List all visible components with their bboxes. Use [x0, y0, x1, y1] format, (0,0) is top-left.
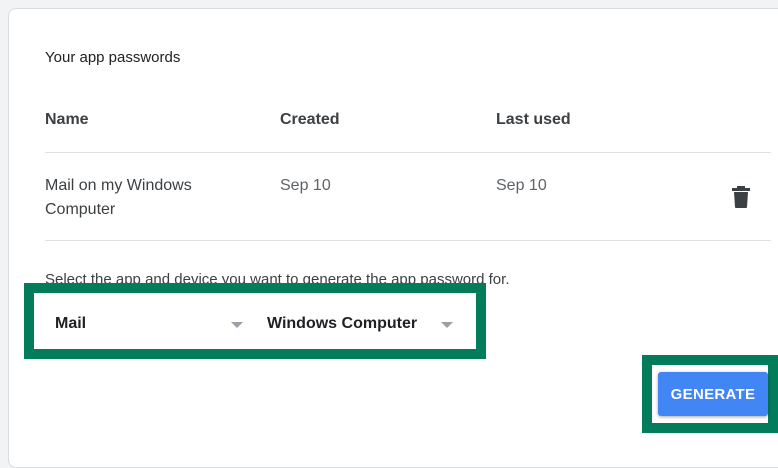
- generate-button[interactable]: GENERATE: [658, 372, 768, 416]
- generate-highlight: GENERATE: [642, 355, 778, 433]
- column-header-created: Created: [280, 111, 340, 128]
- section-title: Your app passwords: [45, 49, 181, 66]
- row-created: Sep 10: [280, 177, 331, 194]
- header-divider: [45, 152, 771, 153]
- column-header-name: Name: [45, 111, 89, 128]
- app-select-value: Mail: [55, 315, 87, 332]
- trash-icon[interactable]: [731, 185, 751, 209]
- chevron-down-icon: [441, 322, 453, 328]
- column-header-last-used: Last used: [496, 111, 571, 128]
- app-select[interactable]: Mail: [55, 311, 245, 339]
- row-divider: [45, 240, 771, 241]
- device-select-value: Windows Computer: [267, 315, 418, 332]
- row-name: Mail on my Windows Computer: [45, 177, 192, 218]
- device-select[interactable]: Windows Computer: [267, 311, 459, 339]
- chevron-down-icon: [231, 322, 243, 328]
- selectors-highlight: Mail Windows Computer: [24, 283, 486, 359]
- row-last-used: Sep 10: [496, 177, 547, 194]
